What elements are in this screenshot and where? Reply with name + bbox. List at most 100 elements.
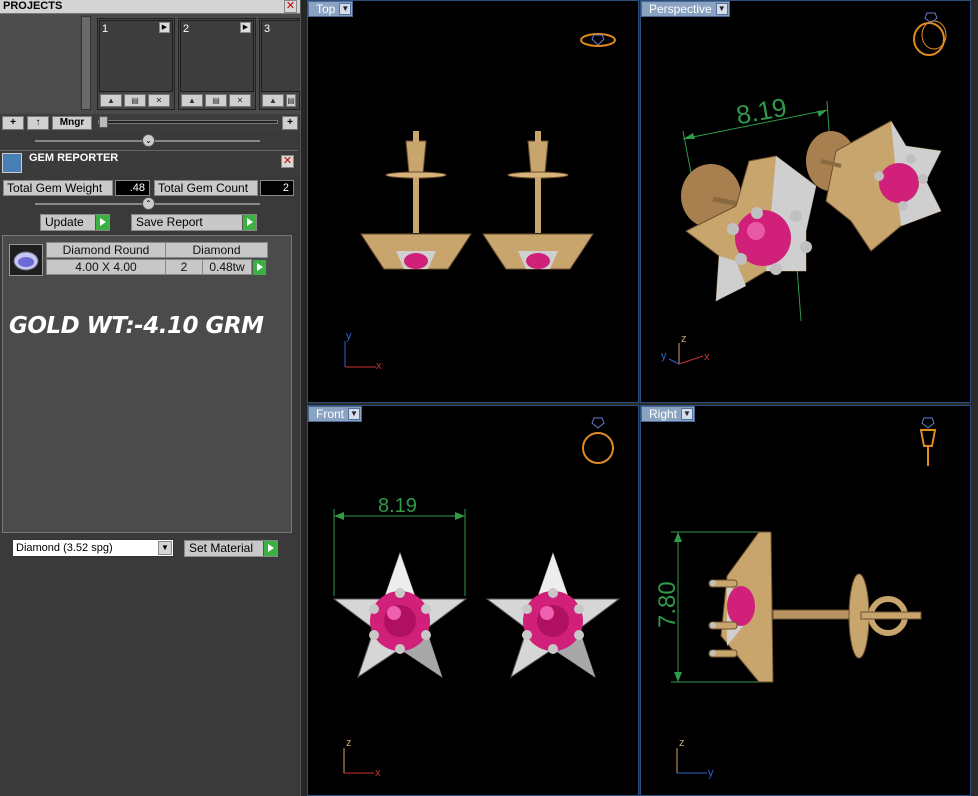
- thumbnail-size-slider[interactable]: [98, 116, 278, 128]
- save-report-label: Save Report: [136, 215, 203, 229]
- viewport-perspective[interactable]: 8.19 z x y Perspective ▼: [640, 0, 971, 403]
- viewport-label: Right: [649, 407, 678, 421]
- play-icon[interactable]: ▶: [240, 22, 251, 33]
- project-slot-number: 3: [264, 23, 271, 35]
- gem-weight: 0.48tw: [202, 259, 252, 275]
- projects-toolbar: + ↑ Mngr +: [0, 114, 300, 132]
- top-view-canvas: y x: [344, 33, 616, 372]
- gem-totals: Total Gem Weight .48 Total Gem Count 2: [0, 176, 298, 198]
- vertical-splitter[interactable]: [300, 0, 307, 796]
- update-label: Update: [45, 215, 84, 229]
- upload-icon[interactable]: ▲: [100, 94, 122, 107]
- material-select-value: Diamond (3.52 spg): [16, 542, 113, 554]
- save-icon[interactable]: ▤: [205, 94, 227, 107]
- add-slot-button[interactable]: +: [282, 116, 298, 130]
- upload-icon[interactable]: ▲: [262, 94, 284, 107]
- gem-shape: Diamond Round: [46, 242, 166, 258]
- chevron-down-icon[interactable]: ▼: [681, 408, 694, 420]
- set-material-label: Set Material: [189, 541, 254, 555]
- collapse-icon[interactable]: ⌃: [142, 197, 155, 210]
- move-up-button[interactable]: ↑: [27, 116, 49, 130]
- chevron-down-icon[interactable]: ▼: [339, 3, 352, 15]
- delete-icon[interactable]: ✕: [229, 94, 251, 107]
- pendant-icon: [919, 417, 937, 466]
- total-gem-count-value: 2: [260, 180, 294, 196]
- project-slot[interactable]: 2 ▶ ▲ ▤ ✕: [178, 18, 256, 110]
- axis-z-label: z: [681, 333, 687, 345]
- right-view-canvas: 7.80 z y: [654, 417, 937, 779]
- play-icon[interactable]: [242, 215, 256, 230]
- viewport-label: Top: [316, 2, 336, 16]
- gem-actions: Update Save Report: [0, 214, 298, 232]
- gem-size: 4.00 X 4.00: [46, 259, 166, 275]
- gem-count: 2: [165, 259, 203, 275]
- gold-weight-note: GOLD WT:-4.10 GRM: [9, 313, 264, 339]
- empty-panel-area: [0, 562, 300, 796]
- axis-y-label: y: [708, 767, 714, 779]
- tab-right[interactable]: Right ▼: [641, 406, 696, 422]
- axis-x-label: x: [376, 360, 382, 372]
- manager-button[interactable]: Mngr: [52, 116, 92, 130]
- axis-y-label: y: [346, 330, 352, 342]
- viewport-right[interactable]: 7.80 z y Right ▼: [640, 405, 971, 796]
- projects-title: PROJECTS: [3, 0, 63, 12]
- viewport-top[interactable]: y x Top ▼: [307, 0, 639, 403]
- ring-icon: [582, 417, 614, 464]
- projects-scrollbar[interactable]: [81, 16, 91, 110]
- update-button[interactable]: Update: [40, 214, 110, 231]
- front-dimension: 8.19: [378, 495, 417, 517]
- axis-x-label: x: [704, 351, 710, 363]
- left-panel: PROJECTS ✕ 1 ▶ ▲ ▤ ✕ 2 ▶ ▲ ▤ ✕ 3 ▲ ▤ + ↑…: [0, 0, 301, 796]
- gem-splitter[interactable]: ⌃: [0, 197, 300, 211]
- project-slot[interactable]: 1 ▶ ▲ ▤ ✕: [97, 18, 175, 110]
- ring-icon: [913, 12, 947, 56]
- project-slot-number: 1: [102, 23, 109, 35]
- save-icon[interactable]: ▤: [124, 94, 146, 107]
- gem-report-list: Diamond Round 4.00 X 4.00 Diamond 2 0.48…: [2, 235, 292, 533]
- chevron-down-icon[interactable]: ▼: [348, 408, 361, 420]
- gem-reporter-header: GEM REPORTER ✕: [0, 150, 298, 174]
- upload-icon[interactable]: ▲: [181, 94, 203, 107]
- tab-perspective[interactable]: Perspective ▼: [641, 1, 730, 17]
- project-slot-number: 2: [183, 23, 190, 35]
- play-icon[interactable]: [95, 215, 109, 230]
- diamond-icon: [9, 244, 43, 276]
- project-slot[interactable]: 3 ▲ ▤: [259, 18, 301, 110]
- slider-knob[interactable]: [99, 116, 108, 128]
- axis-y-label: y: [661, 350, 667, 362]
- chevron-down-icon[interactable]: ▼: [158, 541, 172, 555]
- play-icon[interactable]: [252, 260, 266, 275]
- projects-list[interactable]: [0, 14, 80, 112]
- collapse-icon[interactable]: ⌄: [142, 134, 155, 147]
- axis-z-label: z: [346, 737, 352, 749]
- right-dimension: 7.80: [654, 581, 681, 628]
- material-select[interactable]: Diamond (3.52 spg) ▼: [12, 539, 174, 557]
- close-icon[interactable]: ✕: [281, 155, 294, 168]
- panel-splitter[interactable]: ⌄: [0, 132, 300, 150]
- play-icon[interactable]: ▶: [159, 22, 170, 33]
- viewport-front[interactable]: 8.19 z x Front ▼: [307, 405, 639, 796]
- chevron-down-icon[interactable]: ▼: [715, 3, 728, 15]
- tab-front[interactable]: Front ▼: [308, 406, 363, 422]
- tab-top[interactable]: Top ▼: [308, 1, 354, 17]
- axis-x-label: x: [375, 767, 381, 779]
- projects-area: 1 ▶ ▲ ▤ ✕ 2 ▶ ▲ ▤ ✕ 3 ▲ ▤: [0, 14, 301, 114]
- perspective-view-canvas: 8.19 z x y: [661, 12, 947, 365]
- close-icon[interactable]: ✕: [284, 0, 297, 13]
- gem-reporter-title: GEM REPORTER: [29, 152, 119, 164]
- play-icon[interactable]: [263, 541, 277, 556]
- gem-row[interactable]: Diamond Round 4.00 X 4.00 Diamond 2 0.48…: [7, 242, 269, 276]
- total-gem-weight-label: Total Gem Weight: [3, 180, 113, 196]
- viewport-label: Perspective: [649, 2, 712, 16]
- front-view-canvas: 8.19 z x: [332, 417, 621, 779]
- set-material-button[interactable]: Set Material: [184, 540, 278, 557]
- total-gem-weight-value: .48: [115, 180, 150, 196]
- material-bar: Diamond (3.52 spg) ▼ Set Material: [0, 536, 298, 560]
- save-icon[interactable]: ▤: [286, 94, 296, 107]
- viewport-label: Front: [316, 407, 345, 421]
- projects-header: PROJECTS ✕: [0, 0, 300, 14]
- add-project-button[interactable]: +: [2, 116, 24, 130]
- delete-icon[interactable]: ✕: [148, 94, 170, 107]
- gem-material: Diamond: [165, 242, 268, 258]
- save-report-button[interactable]: Save Report: [131, 214, 257, 231]
